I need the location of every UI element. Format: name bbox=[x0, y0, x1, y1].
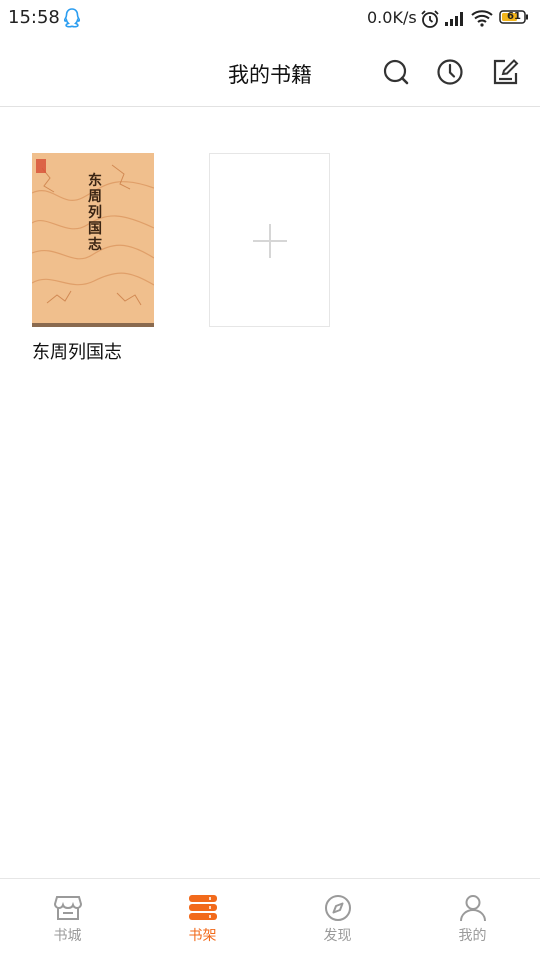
search-button[interactable] bbox=[382, 58, 410, 86]
nav-label: 我的 bbox=[458, 928, 487, 944]
profile-icon bbox=[460, 895, 486, 922]
qq-icon bbox=[63, 8, 81, 28]
book-title[interactable]: 东周列国志 bbox=[32, 338, 122, 364]
nav-item-profile[interactable]: 我的 bbox=[405, 879, 540, 960]
add-book-button[interactable] bbox=[209, 153, 330, 327]
screen: 15:58 0.0K/s 61 我的书籍 东周列国志 东周列国志 书城 书架 发… bbox=[0, 0, 540, 960]
nav-label: 书城 bbox=[53, 928, 82, 944]
compass-icon bbox=[325, 895, 351, 921]
wifi-icon bbox=[471, 10, 493, 27]
status-bar: 15:58 0.0K/s 61 bbox=[0, 0, 540, 38]
network-speed: 0.0K/s bbox=[367, 8, 417, 27]
nav-item-bookshelf[interactable]: 书架 bbox=[135, 879, 270, 960]
nav-label: 书架 bbox=[188, 928, 217, 944]
status-time: 15:58 bbox=[8, 7, 60, 28]
bottom-nav: 书城 书架 发现 我的 bbox=[0, 878, 540, 960]
battery-level: 61 bbox=[507, 11, 521, 22]
app-bar: 我的书籍 bbox=[0, 38, 540, 107]
nav-item-bookstore[interactable]: 书城 bbox=[0, 879, 135, 960]
signal-icon bbox=[445, 12, 463, 26]
battery-icon: 61 bbox=[499, 10, 529, 24]
nav-item-discover[interactable]: 发现 bbox=[270, 879, 405, 960]
cover-title: 东周列国志 bbox=[88, 173, 102, 253]
bookshelf-icon bbox=[189, 895, 217, 920]
plus-icon bbox=[253, 224, 287, 258]
nav-label: 发现 bbox=[323, 928, 352, 944]
alarm-icon bbox=[421, 10, 439, 28]
book-cover: 东周列国志 bbox=[32, 153, 154, 327]
book-card[interactable]: 东周列国志 bbox=[32, 153, 154, 327]
history-button[interactable] bbox=[436, 58, 464, 86]
edit-button[interactable] bbox=[491, 58, 519, 86]
store-icon bbox=[53, 896, 83, 920]
